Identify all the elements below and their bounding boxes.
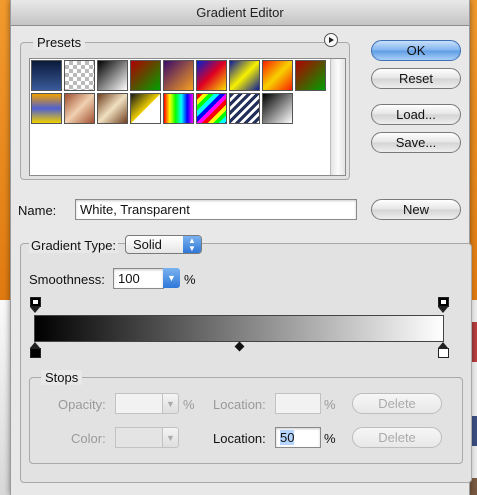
opacity-stop-right[interactable]: [438, 297, 449, 313]
opacity-label: Opacity:: [58, 397, 106, 412]
preset-swatch[interactable]: [163, 60, 194, 91]
presets-scrollbar[interactable]: [330, 59, 345, 175]
color-swatch-field[interactable]: [115, 427, 163, 448]
reset-button[interactable]: Reset: [371, 68, 461, 89]
delete-opacity-stop-button[interactable]: Delete: [352, 393, 442, 414]
preset-swatch[interactable]: [229, 93, 260, 124]
preset-swatch[interactable]: [262, 60, 293, 91]
stops-group: [29, 377, 463, 464]
opacity-field[interactable]: [115, 393, 163, 414]
opacity-stop-left[interactable]: [30, 297, 41, 313]
color-dropdown-icon[interactable]: ▼: [162, 427, 179, 448]
color-location-value: 50: [280, 430, 295, 445]
color-location-unit: %: [324, 431, 336, 446]
preset-swatch[interactable]: [196, 60, 227, 91]
save-button[interactable]: Save...: [371, 132, 461, 153]
smoothness-label: Smoothness:: [29, 272, 105, 287]
preset-swatch[interactable]: [262, 93, 293, 124]
preset-swatch[interactable]: [31, 60, 62, 91]
smoothness-dropdown-icon[interactable]: ▼: [163, 268, 180, 288]
preset-swatch[interactable]: [295, 60, 326, 91]
preset-swatch[interactable]: [130, 60, 161, 91]
window-title: Gradient Editor: [11, 0, 469, 26]
preset-swatch[interactable]: [130, 93, 161, 124]
opacity-location-field[interactable]: [275, 393, 321, 414]
stops-legend: Stops: [41, 370, 83, 385]
color-location-label: Location:: [213, 431, 266, 446]
gradient-preview-bar[interactable]: [34, 315, 444, 342]
color-stop-left[interactable]: [30, 342, 41, 358]
opacity-location-label: Location:: [213, 397, 266, 412]
preset-swatch[interactable]: [229, 60, 260, 91]
preset-swatch[interactable]: [64, 93, 95, 124]
color-label: Color:: [71, 431, 106, 446]
preset-swatch[interactable]: [64, 60, 95, 91]
load-button[interactable]: Load...: [371, 104, 461, 125]
gradient-type-label: Gradient Type:: [29, 238, 119, 253]
name-field[interactable]: White, Transparent: [75, 199, 357, 220]
preset-swatch[interactable]: [196, 93, 227, 124]
opacity-unit: %: [183, 397, 195, 412]
new-button[interactable]: New: [371, 199, 461, 220]
gradient-type-popup[interactable]: Solid ▲ ▼: [125, 235, 202, 254]
name-label: Name:: [18, 203, 57, 218]
preset-swatch[interactable]: [31, 93, 62, 124]
preset-swatch[interactable]: [97, 93, 128, 124]
popup-arrows-icon: ▲ ▼: [183, 236, 201, 253]
smoothness-unit: %: [184, 272, 196, 287]
presets-menu-arrow-icon[interactable]: [324, 33, 338, 47]
preset-swatch[interactable]: [163, 93, 194, 124]
gradient-editor-window: Gradient Editor Presets OK Reset Load...…: [10, 0, 472, 495]
presets-legend: Presets: [33, 35, 86, 50]
delete-color-stop-button[interactable]: Delete: [352, 427, 442, 448]
preset-swatch[interactable]: [97, 60, 128, 91]
color-stop-right[interactable]: [438, 342, 449, 358]
smoothness-field[interactable]: 100: [113, 268, 164, 289]
opacity-dropdown-icon[interactable]: ▼: [162, 393, 179, 414]
gradient-type-value: Solid: [133, 237, 162, 252]
presets-list[interactable]: [29, 58, 346, 176]
opacity-location-unit: %: [324, 397, 336, 412]
ok-button[interactable]: OK: [371, 40, 461, 61]
color-location-field[interactable]: 50: [275, 427, 321, 448]
